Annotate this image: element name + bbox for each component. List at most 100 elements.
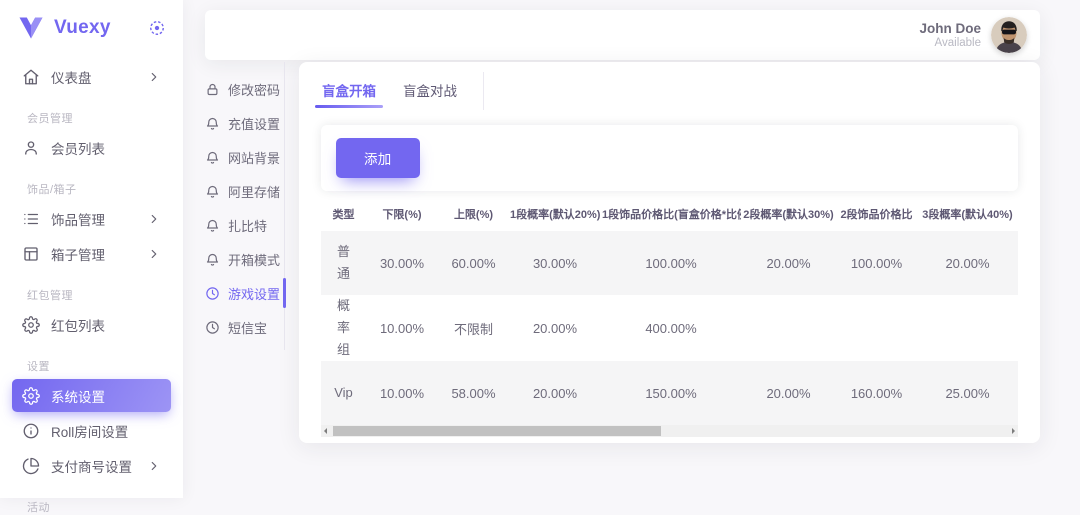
subnav-active-indicator: [283, 278, 286, 308]
vuexy-logo-icon: [18, 16, 44, 40]
scroll-left-arrow[interactable]: [324, 428, 327, 434]
cell-value: [741, 295, 836, 361]
add-button[interactable]: 添加: [336, 138, 420, 178]
list-icon: [22, 210, 40, 228]
user-status: Available: [919, 37, 981, 49]
subnav-item-label: 短信宝: [228, 318, 267, 337]
layout-icon: [22, 245, 40, 263]
sidebar-item-roll-room-settings[interactable]: Roll房间设置: [12, 414, 171, 447]
cell-type: 概率组: [321, 295, 366, 361]
tab-label: 盲盒开箱: [322, 80, 376, 100]
sidebar-section-settings: 设置: [27, 358, 183, 374]
cell-value: 100.00%: [601, 231, 741, 295]
subnav-item-game-settings[interactable]: 游戏设置: [205, 276, 284, 310]
subnav-item-site-background[interactable]: 网站背景: [205, 140, 284, 174]
sidebar-item-box-management[interactable]: 箱子管理: [12, 237, 171, 270]
pie-chart-icon: [22, 457, 40, 475]
sidebar-section-members: 会员管理: [27, 110, 183, 126]
scrollbar-thumb[interactable]: [333, 426, 661, 436]
subnav-item-label: 修改密码: [228, 80, 280, 99]
sidebar-item-label: 仪表盘: [51, 67, 147, 87]
scroll-right-arrow[interactable]: [1012, 428, 1015, 434]
cell-value: [917, 295, 1018, 361]
sidebar-item-label: 系统设置: [51, 386, 161, 406]
tab-label: 盲盒对战: [403, 80, 457, 100]
bell-icon: [205, 116, 220, 131]
user-name: John Doe: [919, 21, 981, 36]
table-row: 普通 30.00% 60.00% 30.00% 100.00% 20.00% 1…: [321, 231, 1018, 295]
sidebar-section-redpacket: 红包管理: [27, 287, 183, 303]
gear-icon: [22, 316, 40, 334]
settings-table: 类型 下限(%) 上限(%) 1段概率(默认20%) 1段饰品价格比(盲盒价格*…: [321, 197, 1018, 425]
table-row: Vip 10.00% 58.00% 20.00% 150.00% 20.00% …: [321, 361, 1018, 425]
sidebar-item-label: 红包列表: [51, 315, 161, 335]
subnav-item-unbox-mode[interactable]: 开箱模式: [205, 242, 284, 276]
subnav-item-zhabite[interactable]: 扎比特: [205, 208, 284, 242]
sidebar-item-dashboard[interactable]: 仪表盘: [12, 60, 171, 93]
cell-value: 30.00%: [366, 231, 438, 295]
user-menu[interactable]: John Doe Available: [919, 21, 981, 49]
cell-value: 20.00%: [741, 361, 836, 425]
cell-type: 普通: [321, 231, 366, 295]
bell-icon: [205, 218, 220, 233]
user-icon: [22, 139, 40, 157]
column-header: 1段概率(默认20%): [509, 197, 601, 231]
subnav-item-label: 阿里存储: [228, 182, 280, 201]
subnav-item-label: 游戏设置: [228, 284, 280, 303]
cell-value: 160.00%: [836, 361, 917, 425]
logo-row: Vuexy: [0, 0, 183, 48]
bell-icon: [205, 252, 220, 267]
top-header: John Doe Available: [205, 10, 1040, 60]
cell-value: 400.00%: [601, 295, 741, 361]
clock-icon: [205, 286, 220, 301]
tab-blindbox-battle[interactable]: 盲盒对战: [400, 72, 460, 108]
column-header: 类型: [321, 197, 366, 231]
column-header: 1段饰品价格比(盲盒价格*比例): [601, 197, 741, 231]
info-icon: [22, 422, 40, 440]
column-header: 2段饰品价格比: [836, 197, 917, 231]
horizontal-scrollbar[interactable]: [321, 425, 1018, 437]
cell-value: [836, 295, 917, 361]
cell-value: 20.00%: [917, 231, 1018, 295]
sidebar-item-system-settings[interactable]: 系统设置: [12, 379, 171, 412]
sidebar-item-accessory-management[interactable]: 饰品管理: [12, 202, 171, 235]
cell-value: 30.00%: [509, 231, 601, 295]
chevron-right-icon: [147, 459, 161, 473]
sidebar-item-redpacket-list[interactable]: 红包列表: [12, 308, 171, 341]
column-header: 下限(%): [366, 197, 438, 231]
content-area: 修改密码 充值设置 网站背景 阿里存储: [205, 62, 1040, 498]
subnav-item-recharge-settings[interactable]: 充值设置: [205, 106, 284, 140]
table-header-row: 类型 下限(%) 上限(%) 1段概率(默认20%) 1段饰品价格比(盲盒价格*…: [321, 197, 1018, 231]
subnav-item-ali-storage[interactable]: 阿里存储: [205, 174, 284, 208]
cell-value: 10.00%: [366, 295, 438, 361]
sidebar-item-payment-merchant-settings[interactable]: 支付商号设置: [12, 449, 171, 482]
chevron-right-icon: [147, 70, 161, 84]
sidebar-item-label: 支付商号设置: [51, 456, 147, 476]
home-icon: [22, 68, 40, 86]
sidebar: Vuexy 仪表盘 会员管理 会员列表 饰品/箱子: [0, 0, 183, 498]
sidebar-nav: 仪表盘 会员管理 会员列表 饰品/箱子 饰品管理: [0, 48, 183, 515]
tab-blindbox-open[interactable]: 盲盒开箱: [319, 72, 379, 108]
column-header: 2段概率(默认30%): [741, 197, 836, 231]
subnav-item-label: 充值设置: [228, 114, 280, 133]
sidebar-item-label: 会员列表: [51, 138, 161, 158]
bell-icon: [205, 150, 220, 165]
subnav-item-sms-bao[interactable]: 短信宝: [205, 310, 284, 344]
cell-value: 20.00%: [741, 231, 836, 295]
cell-value: 不限制: [438, 295, 509, 361]
avatar[interactable]: [991, 17, 1027, 53]
subnav-item-change-password[interactable]: 修改密码: [205, 72, 284, 106]
subnav-item-label: 扎比特: [228, 216, 267, 235]
cell-value: 60.00%: [438, 231, 509, 295]
table-row: 概率组 10.00% 不限制 20.00% 400.00%: [321, 295, 1018, 361]
settings-subnav: 修改密码 充值设置 网站背景 阿里存储: [205, 62, 285, 350]
bell-icon: [205, 184, 220, 199]
subnav-item-label: 开箱模式: [228, 250, 280, 269]
gear-icon: [22, 387, 40, 405]
sidebar-section-activity: 活动: [27, 499, 183, 515]
tab-separator: [483, 72, 484, 110]
clock-icon: [205, 320, 220, 335]
menu-pin-toggle-icon[interactable]: [147, 18, 167, 38]
sidebar-item-member-list[interactable]: 会员列表: [12, 131, 171, 164]
cell-value: 58.00%: [438, 361, 509, 425]
